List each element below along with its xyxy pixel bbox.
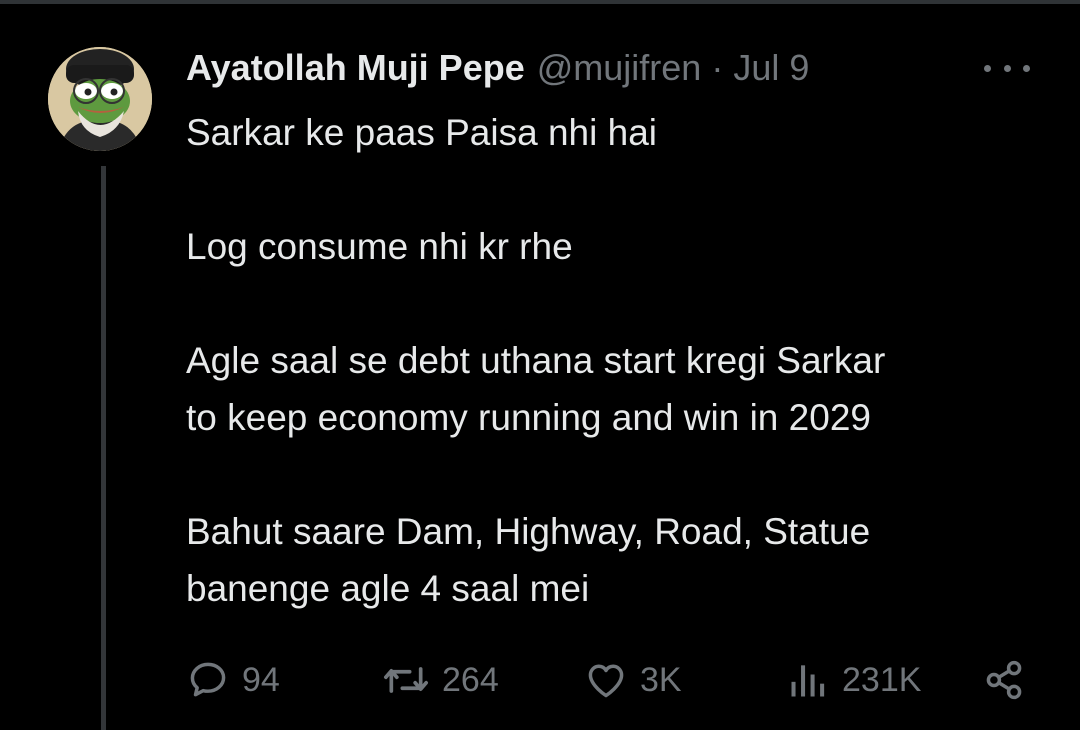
tweet-actions: 94 264 3K 231K: [186, 650, 1036, 710]
tweet-screenshot: Ayatollah Muji Pepe @mujifren · Jul 9 Sa…: [0, 0, 1080, 730]
retweet-button[interactable]: 264: [382, 650, 499, 710]
user-handle[interactable]: @mujifren: [537, 47, 702, 89]
tweet-paragraph: Agle saal se debt uthana start kregi Sar…: [186, 332, 1046, 446]
separator-dot: ·: [711, 47, 724, 88]
like-button[interactable]: 3K: [584, 650, 682, 710]
display-name[interactable]: Ayatollah Muji Pepe: [186, 47, 525, 89]
tweet-line: banenge agle 4 saal mei: [186, 568, 590, 609]
tweet-line: Sarkar ke paas Paisa nhi hai: [186, 112, 657, 153]
tweet-line: Agle saal se debt uthana start kregi Sar…: [186, 340, 886, 381]
tweet-paragraph: Bahut saare Dam, Highway, Road, Statue b…: [186, 503, 1046, 617]
more-horizontal-icon: [984, 64, 991, 72]
reply-button[interactable]: 94: [186, 650, 280, 710]
retweet-count: 264: [442, 660, 499, 699]
tweet-header: Ayatollah Muji Pepe @mujifren · Jul 9: [186, 42, 809, 94]
reply-count: 94: [242, 660, 280, 699]
share-icon: [986, 660, 1022, 700]
more-options-button[interactable]: [984, 54, 1030, 82]
views-button[interactable]: 231K: [786, 650, 921, 710]
more-dot: [1003, 64, 1011, 72]
avatar[interactable]: [48, 47, 152, 151]
more-dot: [1023, 64, 1030, 72]
thread-line: [101, 166, 106, 730]
tweet-text: Sarkar ke paas Paisa nhi hai Log consume…: [186, 104, 1046, 617]
tweet-line: Log consume nhi kr rhe: [186, 226, 573, 267]
heart-icon: [588, 664, 624, 698]
pepe-frog-avatar-icon: [48, 47, 152, 151]
reply-bubble-icon: [190, 662, 226, 697]
tweet-line: Bahut saare Dam, Highway, Road, Statue: [186, 511, 871, 552]
tweet-paragraph: Sarkar ke paas Paisa nhi hai: [186, 104, 1046, 161]
tweet-line: to keep economy running and win in 2029: [186, 397, 871, 438]
views-bar-chart-icon: [791, 665, 825, 697]
tweet-date[interactable]: Jul 9: [733, 47, 809, 89]
top-divider: [0, 0, 1080, 4]
views-count: 231K: [842, 660, 922, 699]
share-button[interactable]: [982, 650, 1026, 710]
retweet-icon: [384, 667, 428, 693]
tweet-paragraph: Log consume nhi kr rhe: [186, 218, 1046, 275]
like-count: 3K: [640, 660, 682, 699]
